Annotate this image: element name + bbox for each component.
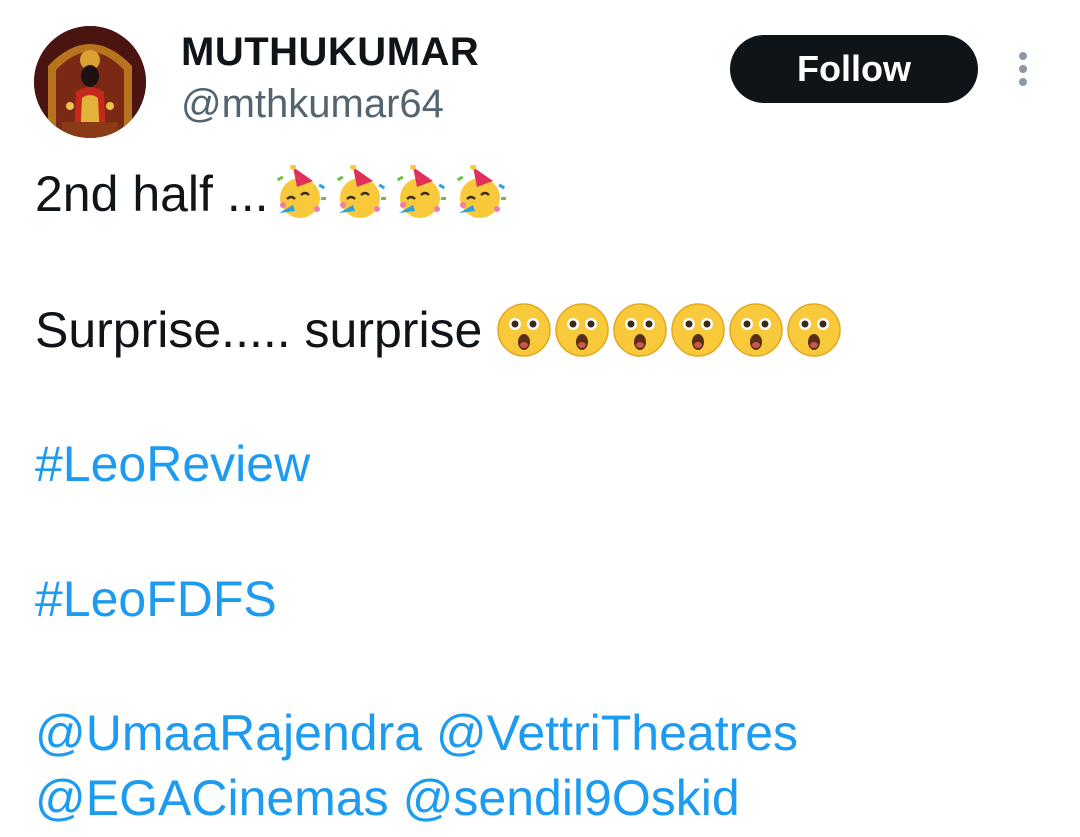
mention-link[interactable]: @UmaaRajendra xyxy=(35,703,422,763)
mention-line-1: @UmaaRajendra @VettriTheatres xyxy=(35,703,798,763)
hashtag-line-1: #LeoReview xyxy=(35,434,310,494)
tweet-line-1: 2nd half ... xyxy=(35,164,513,224)
partying-face-emoji xyxy=(333,165,391,223)
mention-link[interactable]: @VettriTheatres xyxy=(436,703,798,763)
partying-face-emoji xyxy=(393,165,451,223)
hashtag-link[interactable]: #LeoReview xyxy=(35,434,310,494)
follow-button[interactable]: Follow xyxy=(730,35,978,103)
hushed-face-emoji xyxy=(670,302,726,358)
partying-face-emoji-row xyxy=(273,165,513,223)
tweet-text-line-1: 2nd half ... xyxy=(35,166,269,222)
hushed-face-emoji xyxy=(496,302,552,358)
hushed-face-emoji xyxy=(728,302,784,358)
avatar[interactable] xyxy=(34,26,146,138)
tweet-line-2: Surprise..... surprise xyxy=(35,300,844,360)
user-handle[interactable]: @mthkumar64 xyxy=(181,82,444,127)
hashtag-link[interactable]: #LeoFDFS xyxy=(35,569,277,629)
tweet-text-line-2: Surprise..... surprise xyxy=(35,302,483,358)
deity-portrait-avatar-icon xyxy=(34,26,146,138)
partying-face-emoji xyxy=(273,165,331,223)
hashtag-line-2: #LeoFDFS xyxy=(35,569,277,629)
hushed-face-emoji xyxy=(786,302,842,358)
hushed-face-emoji xyxy=(554,302,610,358)
hushed-face-emoji-row xyxy=(496,302,844,358)
mention-link[interactable]: @EGACinemas xyxy=(35,768,389,828)
mention-line-2: @EGACinemas @sendil9Oskid xyxy=(35,768,740,828)
hushed-face-emoji xyxy=(612,302,668,358)
more-vertical-icon[interactable] xyxy=(1008,50,1038,90)
display-name[interactable]: MUTHUKUMAR xyxy=(181,30,479,75)
mention-link[interactable]: @sendil9Oskid xyxy=(403,768,740,828)
partying-face-emoji xyxy=(453,165,511,223)
